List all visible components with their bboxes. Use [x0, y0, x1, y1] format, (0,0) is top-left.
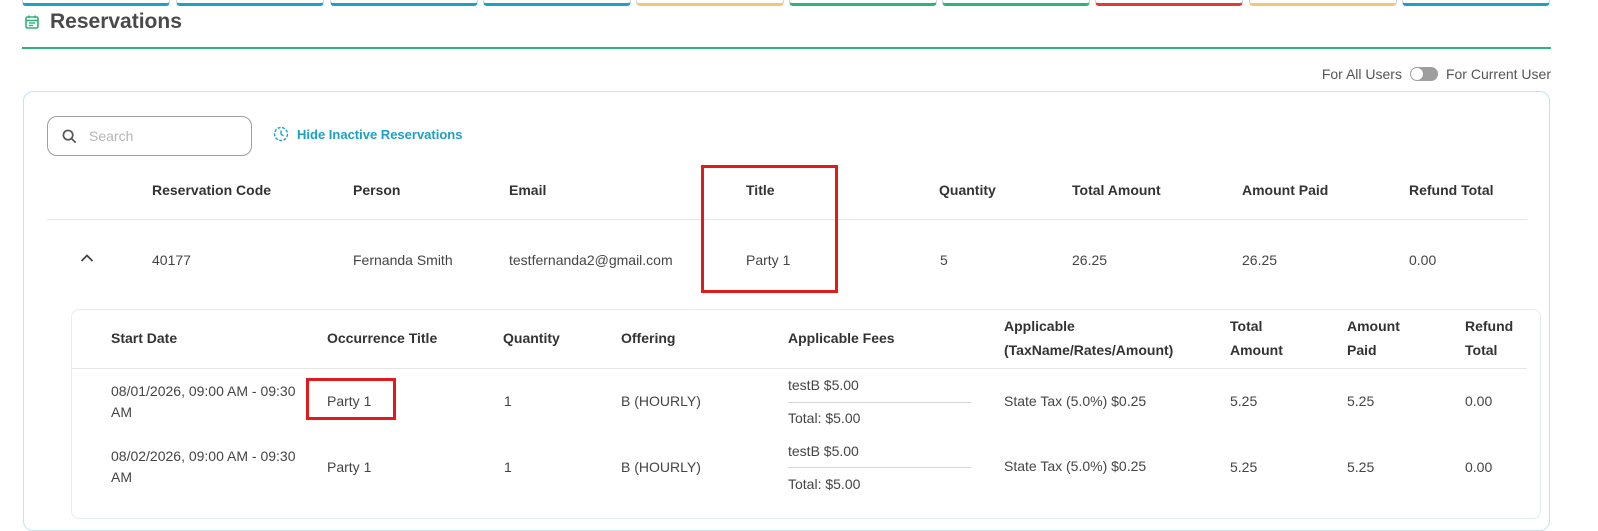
occurrence-title-highlight [306, 378, 396, 420]
column-header-total-amount[interactable]: Total Amount [1072, 182, 1161, 198]
sub-amount-paid-cell: 5.25 [1347, 393, 1375, 409]
top-tab-9[interactable] [1249, 0, 1397, 6]
toggle-left-label: For All Users [1321, 66, 1402, 82]
email-cell: testfernanda2@gmail.com [509, 252, 673, 268]
sub-quantity-cell: 1 [504, 393, 512, 409]
top-tab-8[interactable] [1095, 0, 1243, 6]
top-tab-10[interactable] [1402, 0, 1550, 6]
sub-refund-total-cell: 0.00 [1465, 393, 1493, 409]
search-input[interactable] [87, 127, 231, 145]
sub-header-start-date: Start Date [111, 330, 178, 346]
sub-header-total-line1: Total [1230, 318, 1263, 334]
search-box [47, 116, 252, 156]
sub-header-refund-line1: Refund [1465, 318, 1514, 334]
sub-header-refund-line2: Total [1465, 342, 1498, 358]
sub-header-applicable-line2: (TaxName/Rates/Amount) [1004, 342, 1174, 358]
toggle-right-label: For Current User [1445, 66, 1551, 82]
start-date-cell: 08/02/2026, 09:00 AM - 09:30 AM [111, 448, 296, 485]
sub-header-total-amount: Total Amount [1230, 314, 1283, 362]
sub-header-total-line2: Amount [1230, 342, 1283, 358]
sub-header-occurrence-title: Occurrence Title [327, 330, 438, 346]
offering-cell: B (HOURLY) [621, 459, 701, 475]
sub-header-quantity: Quantity [503, 330, 560, 346]
sub-header-divider [72, 368, 1527, 369]
top-tab-7[interactable] [942, 0, 1090, 6]
top-tab-1[interactable] [22, 0, 170, 6]
start-date-cell: 08/01/2026, 09:00 AM - 09:30 AM [111, 383, 296, 420]
total-amount-cell: 26.25 [1072, 252, 1108, 268]
occurrence-title-cell: Party 1 [327, 459, 372, 475]
column-header-email[interactable]: Email [509, 182, 546, 198]
column-header-quantity[interactable]: Quantity [939, 182, 996, 198]
refund-total-cell: 0.00 [1409, 252, 1437, 268]
clock-icon [273, 126, 289, 142]
search-icon [62, 129, 77, 143]
top-tab-strip [22, 0, 1582, 8]
top-tab-2[interactable] [176, 0, 324, 6]
sub-header-applicable-taxes: Applicable (TaxName/Rates/Amount) [1004, 314, 1173, 362]
hide-inactive-reservations-link[interactable]: Hide Inactive Reservations [273, 126, 462, 142]
reservation-code-cell: 40177 [152, 252, 191, 268]
calendar-icon [25, 15, 39, 29]
sub-header-offering: Offering [621, 330, 676, 346]
top-tab-6[interactable] [789, 0, 937, 6]
fee-total-cell: Total: $5.00 [788, 410, 861, 426]
sub-header-amount-paid: Amount Paid [1347, 314, 1400, 362]
top-tab-5[interactable] [636, 0, 784, 6]
sub-header-applicable-fees: Applicable Fees [788, 330, 895, 346]
sub-header-paid-line1: Amount [1347, 318, 1400, 334]
column-header-amount-paid[interactable]: Amount Paid [1242, 182, 1328, 198]
fee-divider [788, 402, 971, 403]
top-tab-3[interactable] [330, 0, 478, 6]
user-scope-toggle: For All Users For Current User [1322, 64, 1551, 84]
fee-divider [788, 467, 971, 468]
person-cell: Fernanda Smith [353, 252, 453, 268]
sub-header-refund-total: Refund Total [1465, 314, 1513, 362]
sub-quantity-cell: 1 [504, 459, 512, 475]
sub-amount-paid-cell: 5.25 [1347, 459, 1375, 475]
fee-line-cell: testB $5.00 [788, 377, 859, 393]
sub-header-applicable-line1: Applicable [1004, 318, 1075, 334]
top-tab-4[interactable] [483, 0, 631, 6]
tax-cell: State Tax (5.0%) $0.25 [1004, 393, 1147, 409]
column-header-refund-total[interactable]: Refund Total [1409, 182, 1494, 198]
fee-line-cell: testB $5.00 [788, 443, 859, 459]
user-scope-switch[interactable] [1409, 67, 1438, 81]
sub-refund-total-cell: 0.00 [1465, 459, 1493, 475]
offering-cell: B (HOURLY) [621, 393, 701, 409]
sub-total-amount-cell: 5.25 [1230, 459, 1258, 475]
tax-cell: State Tax (5.0%) $0.25 [1004, 458, 1147, 474]
sub-total-amount-cell: 5.25 [1230, 393, 1258, 409]
amount-paid-cell: 26.25 [1242, 252, 1278, 268]
hide-inactive-label: Hide Inactive Reservations [297, 126, 463, 142]
sub-header-paid-line2: Paid [1347, 342, 1377, 358]
column-header-person[interactable]: Person [353, 182, 400, 198]
header-divider [22, 47, 1551, 49]
page-title: Reservations [50, 10, 182, 33]
chevron-up-icon[interactable] [80, 253, 94, 263]
quantity-cell: 5 [940, 252, 948, 268]
fee-total-cell: Total: $5.00 [788, 476, 861, 492]
column-header-reservation-code[interactable]: Reservation Code [152, 182, 271, 198]
title-column-highlight [701, 165, 838, 293]
